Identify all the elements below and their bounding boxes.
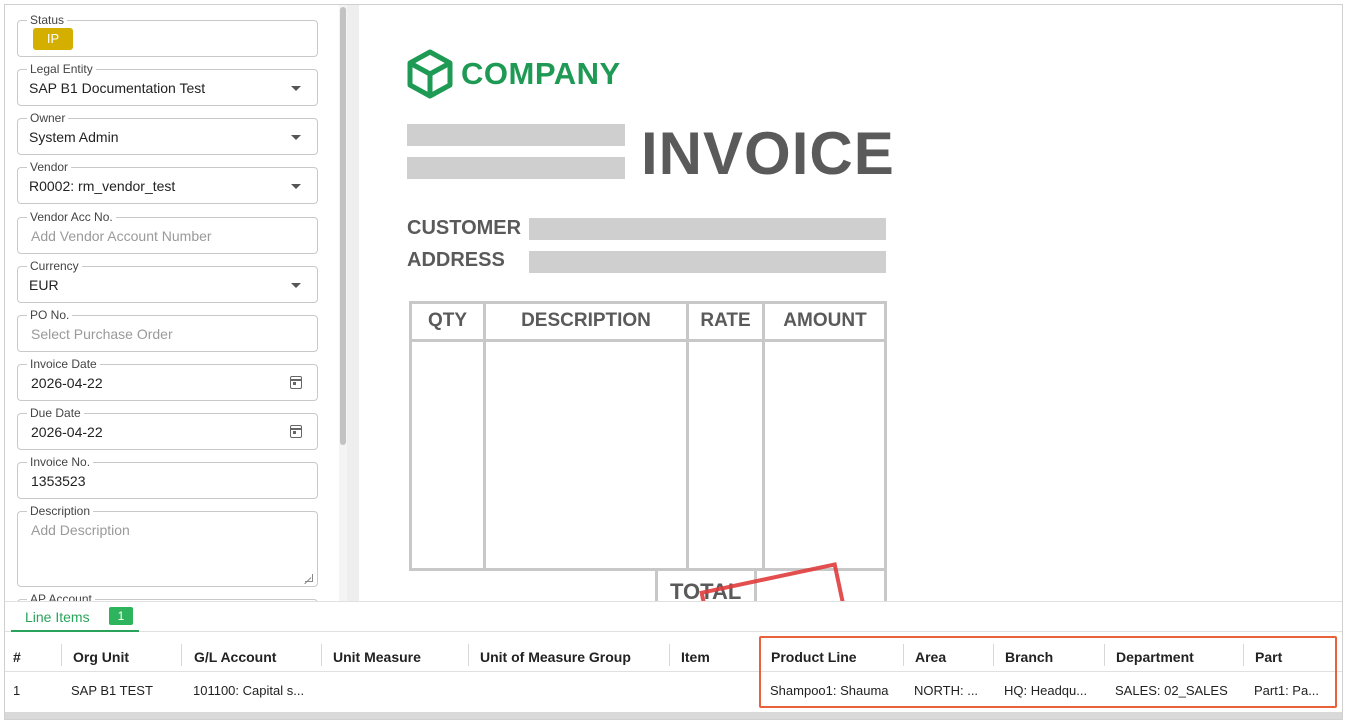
due-date-input[interactable]: Due Date 2026-04-22 [17,406,318,450]
address-label: ADDRESS [407,249,505,271]
form-scrollbar-thumb[interactable] [340,7,346,445]
vendor-select[interactable]: Vendor R0002: rm_vendor_test [17,160,318,204]
status-field: Status IP [17,13,318,57]
description-label: Description [27,504,94,518]
currency-select[interactable]: Currency EUR [17,259,318,303]
description-textarea[interactable]: Description Add Description [17,504,318,587]
vendor-label: Vendor [27,160,72,174]
status-badge: IP [33,28,73,50]
table-divider [762,304,765,568]
legal-entity-label: Legal Entity [27,62,96,76]
company-name: COMPANY [461,56,621,91]
column-header-item[interactable]: Item [681,649,710,665]
po-no-label: PO No. [27,308,73,322]
cell-gl-account[interactable]: 101100: Capital s... [193,683,317,698]
invoice-date-input[interactable]: Invoice Date 2026-04-22 [17,357,318,401]
placeholder-bar [407,124,625,146]
po-no-input[interactable]: PO No. Select Purchase Order [17,308,318,352]
invoice-no-value: 1353523 [31,473,86,489]
po-no-placeholder: Select Purchase Order [31,326,173,342]
cell-org-unit[interactable]: SAP B1 TEST [71,683,176,698]
calendar-icon[interactable] [290,425,302,438]
table-header-amount: AMOUNT [783,310,867,331]
chevron-down-icon[interactable] [291,135,301,140]
tab-line-items-label: Line Items [25,609,90,625]
column-separator[interactable] [669,644,670,666]
due-date-value: 2026-04-22 [31,424,103,440]
table-header-description: DESCRIPTION [521,310,651,331]
column-separator[interactable] [61,644,62,666]
invoice-date-value: 2026-04-22 [31,375,103,391]
calendar-icon[interactable] [290,376,302,389]
customer-label: CUSTOMER [407,217,522,239]
tab-line-items[interactable]: Line Items 1 [11,602,139,632]
app-window: Status IP Legal Entity SAP B1 Documentat… [4,4,1343,720]
column-header-unit-measure[interactable]: Unit Measure [333,649,421,665]
tab-count-badge: 1 [109,607,133,625]
form-scrollbar[interactable] [339,5,347,601]
currency-label: Currency [27,259,82,273]
column-header-uom-group[interactable]: Unit of Measure Group [480,649,631,665]
tab-bar: Line Items 1 [5,602,1342,632]
chevron-down-icon[interactable] [291,184,301,189]
vendor-acc-placeholder: Add Vendor Account Number [31,228,212,244]
column-separator[interactable] [468,644,469,666]
due-date-label: Due Date [27,406,84,420]
column-separator[interactable] [181,644,182,666]
invoice-date-label: Invoice Date [27,357,100,371]
invoice-no-label: Invoice No. [27,455,94,469]
chevron-down-icon[interactable] [291,86,301,91]
owner-label: Owner [27,111,69,125]
highlight-box [759,636,1337,708]
placeholder-bar [407,157,625,179]
column-header-org-unit[interactable]: Org Unit [73,649,129,665]
cell-number[interactable]: 1 [13,683,53,698]
vendor-acc-label: Vendor Acc No. [27,210,116,224]
column-header-gl-account[interactable]: G/L Account [194,649,276,665]
status-label: Status [27,13,68,27]
column-separator[interactable] [321,644,322,666]
owner-select[interactable]: Owner System Admin [17,111,318,155]
vendor-acc-input[interactable]: Vendor Acc No. Add Vendor Account Number [17,210,318,254]
line-items-panel: Line Items 1 # Org Unit G/L Account Unit… [5,601,1342,719]
table-divider [483,304,486,568]
resize-handle-icon[interactable] [305,574,313,582]
panel-divider [347,5,359,601]
vendor-value: R0002: rm_vendor_test [29,178,176,194]
currency-value: EUR [29,277,59,293]
legal-entity-select[interactable]: Legal Entity SAP B1 Documentation Test [17,62,318,106]
chevron-down-icon[interactable] [291,283,301,288]
address-bar [529,251,886,273]
legal-entity-value: SAP B1 Documentation Test [29,80,206,96]
invoice-form: Status IP Legal Entity SAP B1 Documentat… [5,5,340,601]
table-header-qty: QTY [427,310,468,331]
invoice-preview: COMPANY INVOICE CUSTOMER ADDRESS QTY DES… [359,11,1342,601]
customer-bar [529,218,886,240]
column-header-number[interactable]: # [13,649,21,665]
horizontal-scrollbar[interactable] [5,712,1342,719]
invoice-title: INVOICE [641,120,895,187]
table-divider [686,304,689,568]
owner-value: System Admin [29,129,119,145]
description-placeholder: Add Description [31,522,130,538]
invoice-no-input[interactable]: Invoice No. 1353523 [17,455,318,499]
company-logo-icon [407,49,453,99]
invoice-items-table: QTY DESCRIPTION RATE AMOUNT [409,301,887,571]
ap-account-label: AP Account [27,592,95,601]
table-header-rate: RATE [700,310,751,331]
